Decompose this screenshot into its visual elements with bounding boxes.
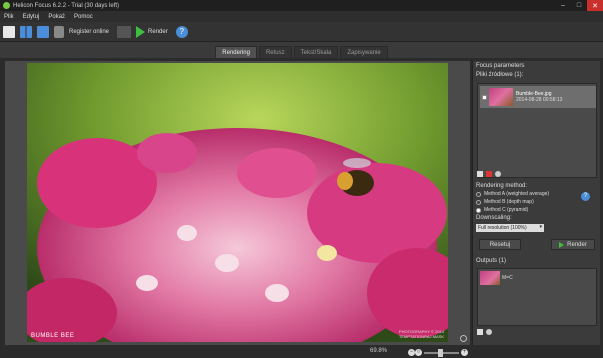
list-item[interactable]: M=C: [480, 271, 513, 285]
reset-button[interactable]: Resetuj: [479, 239, 521, 250]
file-list-actions: [477, 171, 504, 177]
downscaling-select[interactable]: Full resolution (100%): [476, 224, 544, 232]
render-play-icon[interactable]: [136, 25, 146, 38]
render-play-icon: [559, 241, 565, 248]
watermark-line2: TEMPTATIONRAJ MASK: [398, 334, 444, 339]
source-files-label: Pliki źródłowe (1):: [476, 72, 524, 78]
settings-icon[interactable]: [486, 329, 492, 335]
register-online-button[interactable]: Register online: [69, 29, 109, 35]
bumble-bee-flower-image: [27, 63, 448, 342]
render-button[interactable]: Render: [551, 239, 595, 250]
focus-parameters-panel: Focus parameters Pliki źródłowe (1): Bum…: [472, 61, 600, 345]
zoom-slider-handle[interactable]: [438, 348, 443, 357]
radio-icon: [476, 199, 481, 205]
method-a-label: Method A (weighted average): [484, 191, 550, 197]
zoom-in-icon[interactable]: +: [461, 349, 468, 356]
zoom-level: 69.8%: [370, 348, 388, 354]
add-output-icon[interactable]: [477, 329, 483, 335]
tab-tekst-skala[interactable]: Tekst/Skala: [293, 46, 339, 58]
output-list-actions: [477, 329, 495, 335]
zoom-track[interactable]: [424, 348, 459, 357]
downscaling-label: Downscaling:: [476, 215, 512, 221]
zoom-fit-icon[interactable]: ○: [415, 349, 422, 356]
list-item[interactable]: Bumble-Bee.jpg 2014-08-28 00:58:13: [480, 86, 596, 108]
method-c-label: Method C (pyramid): [484, 207, 529, 213]
menu-bar: Plik Edytuj Pokaż Pomoc: [0, 11, 603, 22]
add-file-icon[interactable]: [477, 171, 483, 177]
source-file-list[interactable]: Bumble-Bee.jpg 2014-08-28 00:58:13: [477, 83, 597, 178]
menu-pokaz[interactable]: Pokaż: [48, 14, 65, 20]
toolbar: Register online Render ?: [0, 22, 603, 42]
file-thumbnail: [489, 88, 513, 106]
layout-single-icon[interactable]: [37, 25, 49, 38]
tab-zapisywanie[interactable]: Zapisywanie: [340, 46, 388, 58]
help-icon[interactable]: ?: [175, 25, 188, 38]
register-icon[interactable]: [54, 25, 64, 38]
render-toolbar-button[interactable]: Render: [148, 29, 168, 35]
zoom-out-icon[interactable]: −: [408, 349, 415, 356]
method-c-radio[interactable]: Method C (pyramid): [473, 206, 601, 214]
menu-pomoc[interactable]: Pomoc: [74, 14, 93, 20]
batch-icon[interactable]: [117, 25, 132, 38]
minimize-button[interactable]: –: [555, 0, 571, 11]
menu-plik[interactable]: Plik: [4, 14, 14, 20]
window-controls: – □ ✕: [555, 0, 603, 11]
window-title: Helicon Focus 6.2.2 - Trial (30 days lef…: [13, 2, 120, 9]
outputs-label: Outputs (1): [476, 258, 507, 264]
render-button-label: Render: [567, 241, 587, 248]
image-viewer[interactable]: BUMBLE BEE PHOTOGRAPHY © 2014 TEMPTATION…: [5, 61, 470, 345]
title-bar: Helicon Focus 6.2.2 - Trial (30 days lef…: [0, 0, 603, 11]
radio-icon: [476, 191, 481, 197]
output-thumbnail: [480, 271, 500, 285]
maximize-button[interactable]: □: [571, 0, 587, 11]
app-logo-icon: [3, 2, 10, 9]
radio-selected-icon: [476, 207, 481, 213]
file-date: 2014-08-28 00:58:13: [516, 97, 563, 103]
mode-tabs: Rendering Retusz Tekst/Skala Zapisywanie: [0, 42, 603, 58]
file-checkbox[interactable]: [482, 94, 487, 100]
tab-rendering[interactable]: Rendering: [215, 46, 257, 58]
rendering-method-label: Rendering method:: [476, 183, 528, 189]
menu-edytuj[interactable]: Edytuj: [23, 14, 40, 20]
panel-title: Focus parameters: [476, 63, 525, 69]
photo-watermark: PHOTOGRAPHY © 2014 TEMPTATIONRAJ MASK: [399, 329, 444, 339]
help-icon[interactable]: ?: [581, 192, 590, 201]
zoom-slider[interactable]: − ○ +: [408, 348, 468, 357]
layout-split-icon[interactable]: [20, 25, 32, 38]
tab-retusz[interactable]: Retusz: [258, 46, 292, 58]
method-b-label: Method B (depth map): [484, 199, 534, 205]
preview-photo[interactable]: BUMBLE BEE PHOTOGRAPHY © 2014 TEMPTATION…: [27, 63, 448, 342]
photo-caption-title: BUMBLE BEE: [31, 333, 75, 339]
close-button[interactable]: ✕: [587, 0, 603, 11]
add-images-icon[interactable]: [3, 25, 15, 38]
output-list[interactable]: M=C: [477, 268, 597, 326]
magnifier-icon[interactable]: [460, 335, 467, 342]
output-name: M=C: [502, 275, 513, 281]
settings-icon[interactable]: [495, 171, 501, 177]
remove-file-icon[interactable]: [486, 171, 492, 177]
